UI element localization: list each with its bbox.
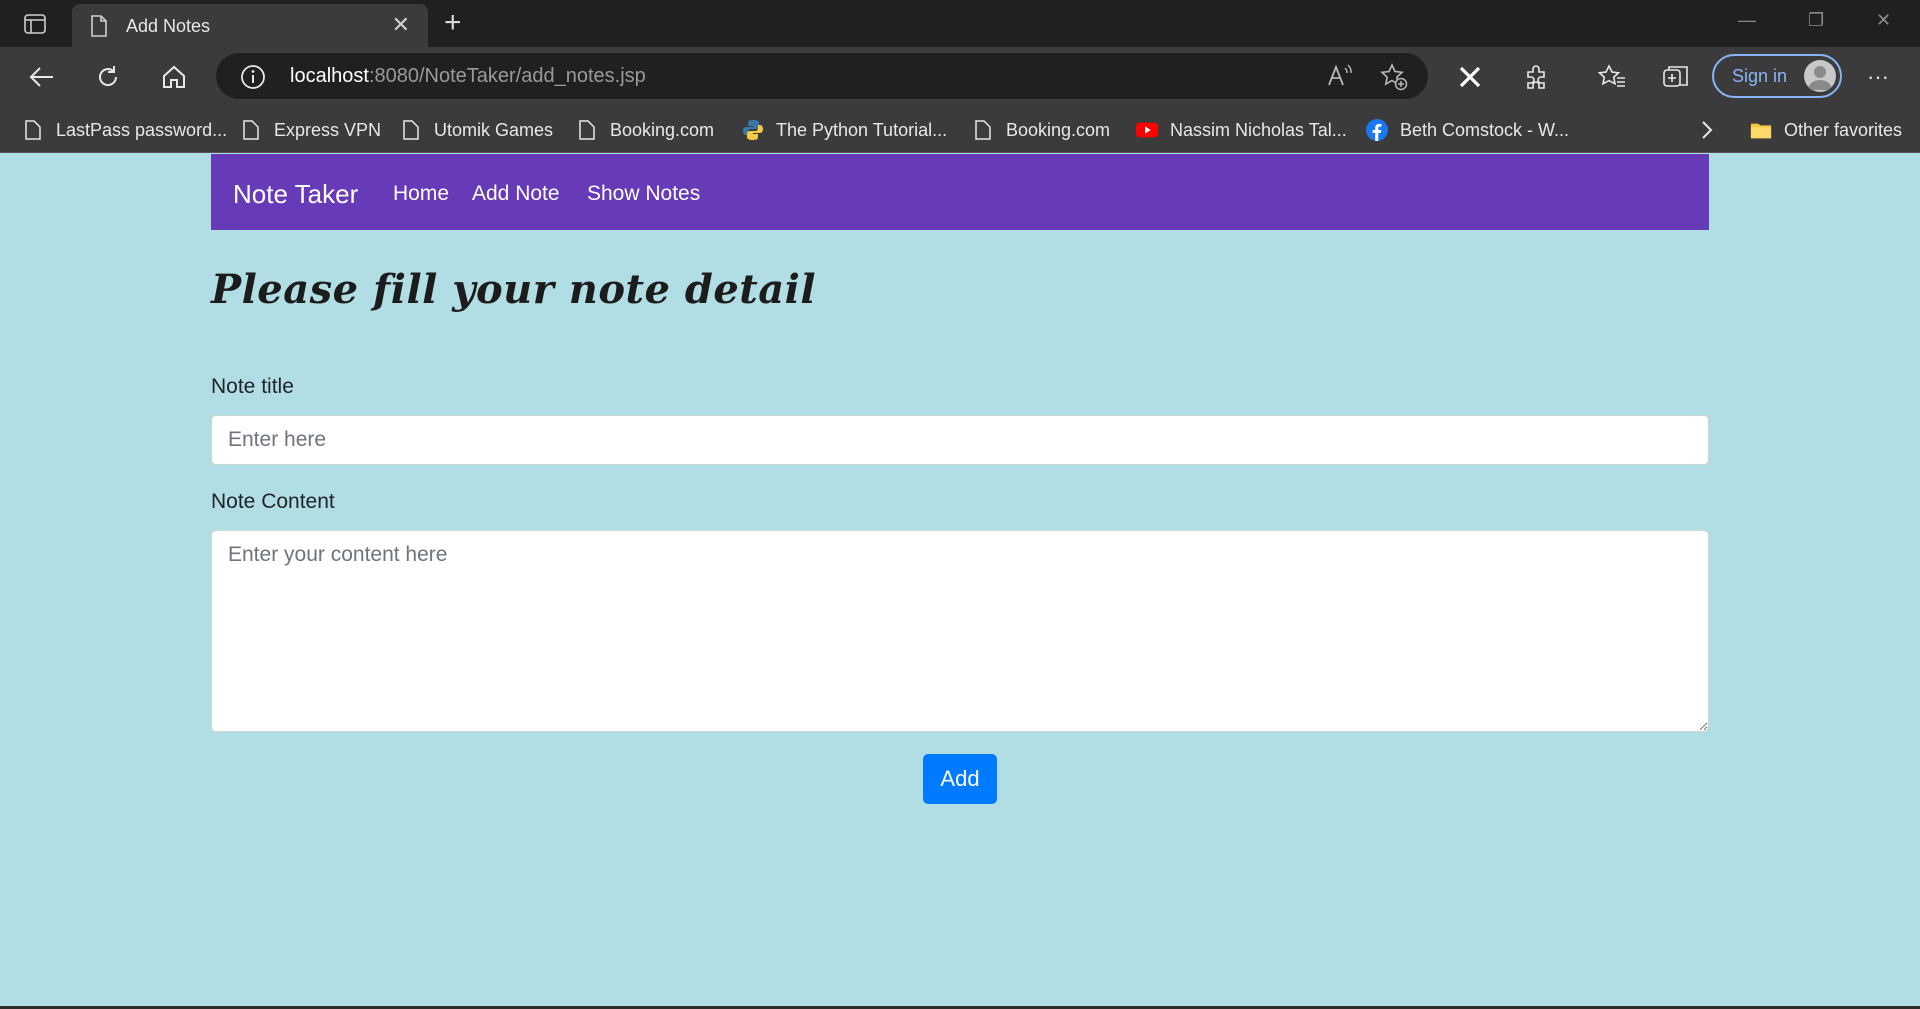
home-icon[interactable] (158, 61, 190, 93)
back-icon[interactable] (26, 61, 58, 93)
minimize-icon[interactable]: — (1738, 10, 1756, 31)
note-content-label: Note Content (211, 490, 335, 513)
close-window-icon[interactable]: ✕ (1876, 10, 1891, 31)
info-icon[interactable] (240, 64, 266, 95)
more-options-icon[interactable]: ··· (1862, 61, 1894, 93)
bookmark-label: Utomik Games (434, 119, 554, 140)
browser-toolbar: localhost:8080/NoteTaker/add_notes.jsp S… (0, 47, 1920, 107)
extensions-icon[interactable] (1520, 61, 1552, 93)
add-note-button[interactable]: Add (923, 754, 997, 804)
read-aloud-icon[interactable] (1326, 63, 1352, 94)
bookmark-label: The Python Tutorial... (776, 119, 948, 140)
bookmarks-bar: LastPass password... Express VPN Utomik … (0, 107, 1920, 153)
url-host: localhost (290, 65, 369, 87)
youtube-icon (1136, 119, 1158, 141)
other-favorites-label: Other favorites (1784, 119, 1903, 140)
bookmark-python-tutorial[interactable]: The Python Tutorial... (742, 115, 947, 145)
add-favorite-icon[interactable] (1380, 63, 1408, 96)
bookmark-beth-comstock[interactable]: Beth Comstock - W... (1366, 115, 1569, 145)
page-icon (90, 15, 108, 42)
bookmark-booking[interactable]: Booking.com (576, 115, 714, 145)
page-icon (400, 119, 422, 141)
bookmark-label: LastPass password... (56, 119, 228, 140)
nav-link-home[interactable]: Home (393, 182, 449, 206)
page-icon (972, 119, 994, 141)
bookmark-label: Express VPN (274, 119, 382, 140)
page-icon (576, 119, 598, 141)
brand-link[interactable]: Note Taker (233, 179, 358, 210)
tab-actions-icon[interactable] (18, 11, 52, 37)
tab-add-notes[interactable]: Add Notes ✕ (72, 4, 428, 47)
python-icon (742, 119, 764, 141)
other-favorites[interactable]: Other favorites (1750, 115, 1902, 145)
page-icon (22, 119, 44, 141)
tab-title: Add Notes (126, 16, 211, 36)
url-text[interactable]: localhost:8080/NoteTaker/add_notes.jsp (290, 65, 646, 88)
refresh-icon[interactable] (92, 61, 124, 93)
avatar (1804, 60, 1836, 92)
bookmark-booking-2[interactable]: Booking.com (972, 115, 1110, 145)
close-tab-icon[interactable]: ✕ (392, 14, 410, 36)
note-title-label: Note title (211, 375, 294, 398)
note-content-textarea[interactable] (211, 530, 1709, 732)
bookmark-utomik-games[interactable]: Utomik Games (400, 115, 553, 145)
restore-icon[interactable]: ❐ (1808, 10, 1824, 31)
bookmark-nassim-taleb[interactable]: Nassim Nicholas Tal... (1136, 115, 1347, 145)
page-title: Please fill your note detail (211, 266, 817, 313)
x-extension-icon[interactable] (1454, 61, 1486, 93)
bookmark-express-vpn[interactable]: Express VPN (240, 115, 381, 145)
plus-icon[interactable]: + (444, 8, 462, 38)
collections-icon[interactable] (1660, 61, 1692, 93)
chevron-right-icon[interactable] (1700, 115, 1714, 145)
note-title-input[interactable] (211, 415, 1709, 465)
facebook-icon (1366, 119, 1388, 141)
page-icon (240, 119, 262, 141)
folder-icon (1750, 119, 1772, 141)
sign-in-button[interactable]: Sign in (1712, 54, 1842, 98)
app-navbar: Note Taker Home Add Note Show Notes (211, 154, 1709, 230)
browser-tab-bar: Add Notes ✕ + — ❐ ✕ (0, 0, 1920, 47)
nav-link-add-note[interactable]: Add Note (472, 182, 560, 206)
bookmark-label: Nassim Nicholas Tal... (1170, 119, 1347, 140)
bookmark-label: Booking.com (1006, 119, 1111, 140)
address-bar[interactable]: localhost:8080/NoteTaker/add_notes.jsp (216, 53, 1428, 99)
url-path: :8080/NoteTaker/add_notes.jsp (368, 65, 646, 87)
bookmark-label: Booking.com (610, 119, 715, 140)
nav-link-show-notes[interactable]: Show Notes (587, 182, 700, 206)
sign-in-label: Sign in (1732, 66, 1788, 86)
bookmark-lastpass[interactable]: LastPass password... (22, 115, 227, 145)
bookmark-label: Beth Comstock - W... (1400, 119, 1570, 140)
favorites-icon[interactable] (1596, 61, 1628, 93)
